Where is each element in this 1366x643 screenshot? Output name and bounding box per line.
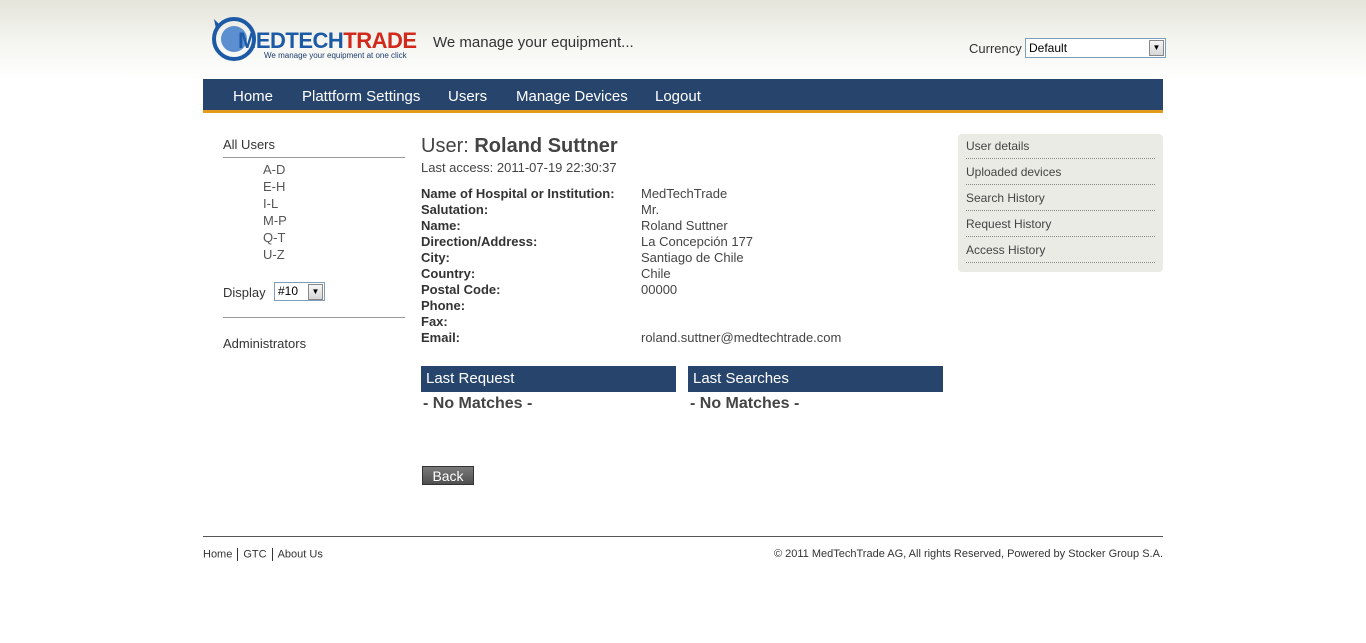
footer-link-home[interactable]: Home — [203, 548, 232, 560]
nav-logout[interactable]: Logout — [655, 88, 701, 105]
nav-home[interactable]: Home — [233, 88, 273, 105]
nav-plattform-settings[interactable]: Plattform Settings — [302, 88, 420, 105]
field-label: City: — [421, 250, 450, 265]
divider — [271, 548, 273, 561]
field-label: Fax: — [421, 314, 448, 329]
field-label: Salutation: — [421, 202, 489, 217]
page-wrapper: MEDTECHTRADE We manage your equipment at… — [203, 0, 1166, 643]
range-link-m-p[interactable]: M-P — [263, 213, 287, 228]
sidebar-administrators[interactable]: Administrators — [223, 336, 306, 351]
last-request-empty: - No Matches - — [423, 395, 533, 412]
range-link-q-t[interactable]: Q-T — [263, 230, 285, 245]
field-label: Name of Hospital or Institution: — [421, 186, 615, 201]
submenu-request-history[interactable]: Request History — [966, 212, 1155, 237]
display-select-value: #10 — [278, 284, 299, 298]
tagline: We manage your equipment... — [433, 34, 634, 51]
nav-manage-devices[interactable]: Manage Devices — [516, 88, 628, 105]
footer-link-gtc[interactable]: GTC — [243, 548, 266, 560]
chevron-down-icon[interactable]: ▼ — [308, 284, 323, 300]
field-value: Mr. — [641, 202, 660, 217]
range-link-u-z[interactable]: U-Z — [263, 247, 285, 262]
currency-label: Currency — [969, 41, 1022, 56]
last-searches-header: Last Searches — [688, 366, 943, 392]
submenu-user-details[interactable]: User details — [966, 134, 1155, 159]
field-value: La Concepción 177 — [641, 234, 754, 249]
logo-subtitle: We manage your equipment at one click — [264, 51, 407, 60]
range-link-e-h[interactable]: E-H — [263, 179, 285, 194]
submenu-uploaded-devices[interactable]: Uploaded devices — [966, 160, 1155, 185]
field-value: Chile — [641, 266, 671, 281]
footer-copyright: © 2011 MedTechTrade AG, All rights Reser… — [773, 548, 1163, 560]
field-value: 00000 — [641, 282, 678, 297]
field-label: Email: — [421, 330, 461, 345]
submenu-search-history[interactable]: Search History — [966, 186, 1155, 211]
last-searches-empty: - No Matches - — [690, 395, 800, 412]
display-label: Display — [223, 285, 266, 300]
footer-divider — [203, 536, 1163, 537]
field-value: Roland Suttner — [641, 218, 728, 233]
nav-users[interactable]: Users — [448, 88, 487, 105]
back-button[interactable]: Back — [422, 466, 474, 485]
currency-select-value: Default — [1029, 41, 1068, 55]
last-access: Last access: 2011-07-19 22:30:37 — [421, 160, 617, 175]
footer-links: Home GTC About Us — [203, 548, 323, 561]
page-title: User: Roland Suttner — [421, 135, 618, 157]
divider — [237, 548, 239, 561]
submenu-access-history[interactable]: Access History — [966, 238, 1155, 263]
field-label: Country: — [421, 266, 476, 281]
currency-select[interactable]: Default ▼ — [1025, 38, 1166, 58]
field-value: MedTechTrade — [641, 186, 728, 201]
footer-link-about-us[interactable]: About Us — [278, 548, 323, 560]
divider — [223, 157, 405, 158]
last-request-header: Last Request — [421, 366, 676, 392]
field-label: Postal Code: — [421, 282, 501, 297]
field-label: Name: — [421, 218, 461, 233]
user-submenu: User details Uploaded devices Search His… — [958, 134, 1163, 272]
divider — [223, 317, 405, 318]
field-label: Phone: — [421, 298, 466, 313]
range-link-i-l[interactable]: I-L — [263, 196, 278, 211]
field-value[interactable]: roland.suttner@medtechtrade.com — [641, 330, 841, 345]
sidebar-all-users[interactable]: All Users — [223, 137, 275, 152]
main-nav: Home Plattform Settings Users Manage Dev… — [203, 79, 1163, 113]
logo[interactable]: MEDTECHTRADE We manage your equipment at… — [212, 17, 417, 65]
field-label: Direction/Address: — [421, 234, 538, 249]
field-value: Santiago de Chile — [641, 250, 744, 265]
display-select[interactable]: #10 ▼ — [274, 282, 325, 301]
chevron-down-icon[interactable]: ▼ — [1149, 40, 1164, 56]
range-link-a-d[interactable]: A-D — [263, 162, 285, 177]
